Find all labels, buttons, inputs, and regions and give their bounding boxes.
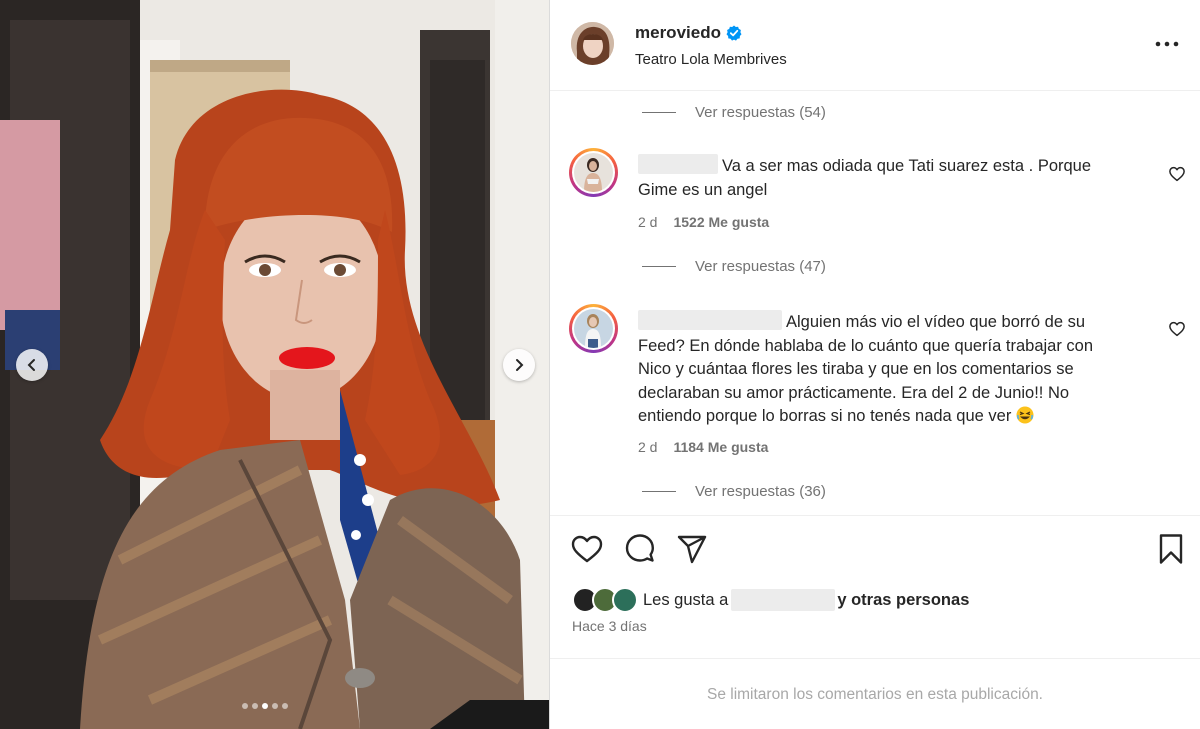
section-divider	[550, 515, 1200, 516]
view-replies-label: Ver respuestas (47)	[695, 258, 826, 275]
carousel-prev-button[interactable]	[16, 349, 48, 381]
chevron-left-icon	[27, 359, 35, 371]
replies-line	[642, 266, 676, 267]
liker-avatars[interactable]	[572, 587, 638, 613]
carousel-indicator	[242, 703, 288, 709]
carousel-dot-active	[262, 703, 268, 709]
comment-icon[interactable]	[623, 532, 657, 566]
view-replies-label: Ver respuestas (36)	[695, 483, 826, 500]
replies-line	[642, 491, 676, 492]
commenter-avatar[interactable]	[569, 148, 618, 197]
author-username-row[interactable]: meroviedo	[635, 23, 742, 43]
laughing-emoji-icon	[1016, 406, 1034, 424]
heart-icon[interactable]	[570, 532, 604, 566]
comment-meta: 2 d 1184 Me gusta	[638, 439, 768, 455]
post-actions	[550, 528, 1200, 572]
carousel-next-button[interactable]	[503, 349, 535, 381]
author-avatar-image	[571, 22, 614, 65]
comments-limited-notice: Se limitaron los comentarios en esta pub…	[706, 686, 1043, 703]
comment-body: Va a ser mas odiada que Tati suarez esta…	[638, 154, 1108, 202]
replies-line	[642, 112, 676, 113]
comment-body: Alguien más vio el vídeo que borró de su…	[638, 310, 1108, 429]
post-timestamp[interactable]: Hace 3 días	[572, 618, 647, 634]
commenter-username-redacted[interactable]	[638, 154, 718, 174]
section-divider	[550, 658, 1200, 659]
likes-prefix: Les gusta a	[643, 590, 729, 609]
liker-username-redacted[interactable]	[731, 589, 836, 611]
carousel-dot	[272, 703, 278, 709]
author-username[interactable]: meroviedo	[635, 23, 721, 43]
commenter-avatar-image	[574, 309, 613, 348]
chevron-right-icon	[516, 359, 524, 371]
bookmark-icon[interactable]	[1154, 532, 1188, 566]
post-location[interactable]: Teatro Lola Membrives	[635, 51, 787, 68]
post-photo	[0, 0, 549, 729]
view-replies-button[interactable]: Ver respuestas (47)	[642, 258, 826, 275]
likes-others-link[interactable]: y otras personas	[837, 591, 969, 610]
post-media[interactable]	[0, 0, 549, 729]
heart-icon[interactable]	[1168, 320, 1186, 338]
comment-time[interactable]: 2 d	[638, 439, 657, 455]
liker-avatar	[612, 587, 638, 613]
paper-plane-icon[interactable]	[675, 532, 709, 566]
likes-summary: Les gusta a y otras personas	[572, 586, 969, 614]
commenter-avatar-image	[574, 153, 613, 192]
view-replies-label: Ver respuestas (54)	[695, 104, 826, 121]
view-replies-button[interactable]: Ver respuestas (54)	[642, 104, 826, 121]
carousel-dot	[282, 703, 288, 709]
post-side-panel: meroviedo Teatro Lola Membrives Ver resp…	[550, 0, 1200, 729]
comment-time[interactable]: 2 d	[638, 214, 657, 230]
post-header: meroviedo Teatro Lola Membrives	[550, 0, 1200, 91]
likes-text: Les gusta a y otras personas	[643, 589, 969, 611]
verified-badge-icon	[726, 25, 742, 41]
author-avatar[interactable]	[571, 22, 614, 65]
carousel-dot	[242, 703, 248, 709]
comment-meta: 2 d 1522 Me gusta	[638, 214, 769, 230]
commenter-avatar[interactable]	[569, 304, 618, 353]
carousel-dot	[252, 703, 258, 709]
more-options-icon[interactable]	[1154, 34, 1180, 54]
heart-icon[interactable]	[1168, 165, 1186, 183]
commenter-username-redacted[interactable]	[638, 310, 782, 330]
view-replies-button[interactable]: Ver respuestas (36)	[642, 483, 826, 500]
comments-list: Ver respuestas (54) Va a ser mas odiada …	[550, 92, 1200, 514]
comment-likes[interactable]: 1522 Me gusta	[673, 214, 769, 230]
comment-likes[interactable]: 1184 Me gusta	[673, 439, 768, 455]
